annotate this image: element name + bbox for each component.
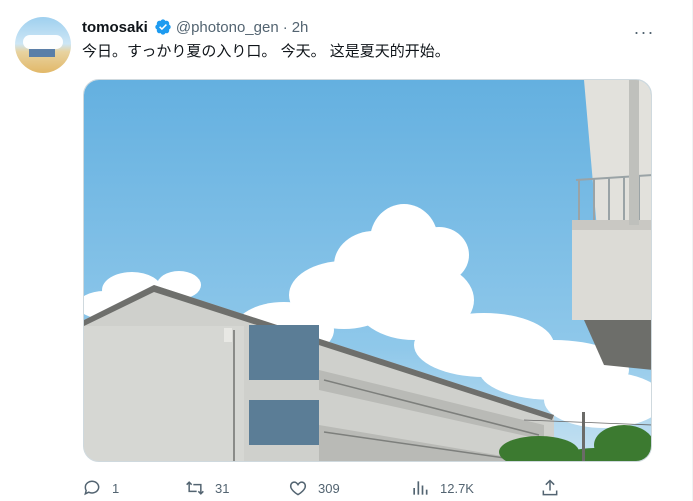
avatar[interactable] bbox=[15, 17, 71, 73]
like-button[interactable]: 309 bbox=[288, 474, 340, 501]
views-count: 12.7K bbox=[440, 480, 474, 496]
avatar-house bbox=[29, 49, 55, 57]
verified-badge-icon bbox=[155, 19, 171, 35]
reply-icon bbox=[84, 480, 100, 496]
photo-scene bbox=[84, 80, 651, 461]
share-icon bbox=[542, 479, 558, 496]
avatar-cloud bbox=[23, 35, 63, 49]
action-bar: 1 31 309 12.7K bbox=[82, 474, 572, 501]
author-name[interactable]: tomosaki bbox=[82, 19, 148, 36]
tweet-header: tomosaki @photono_gen · 2h bbox=[82, 15, 308, 39]
views-button[interactable]: 12.7K bbox=[410, 474, 474, 501]
retweet-count: 31 bbox=[215, 480, 230, 496]
like-count: 309 bbox=[318, 480, 340, 496]
tweet-card[interactable]: tomosaki @photono_gen · 2h ··· 今日。すっかり夏の… bbox=[0, 0, 693, 501]
tweet-photo[interactable] bbox=[83, 79, 652, 462]
reply-button[interactable]: 1 bbox=[82, 474, 119, 501]
views-icon bbox=[413, 481, 428, 495]
tweet-timestamp[interactable]: 2h bbox=[292, 19, 309, 36]
share-button[interactable] bbox=[540, 474, 560, 501]
separator-dot: · bbox=[282, 18, 288, 36]
heart-icon bbox=[289, 481, 307, 496]
retweet-icon bbox=[186, 481, 204, 495]
retweet-button[interactable]: 31 bbox=[185, 474, 229, 501]
reply-count: 1 bbox=[112, 480, 120, 496]
tweet-text: 今日。すっかり夏の入り口。 今天。 这是夏天的开始。 bbox=[82, 43, 450, 60]
more-options-icon[interactable]: ··· bbox=[634, 22, 654, 42]
author-handle[interactable]: @photono_gen bbox=[176, 19, 279, 36]
